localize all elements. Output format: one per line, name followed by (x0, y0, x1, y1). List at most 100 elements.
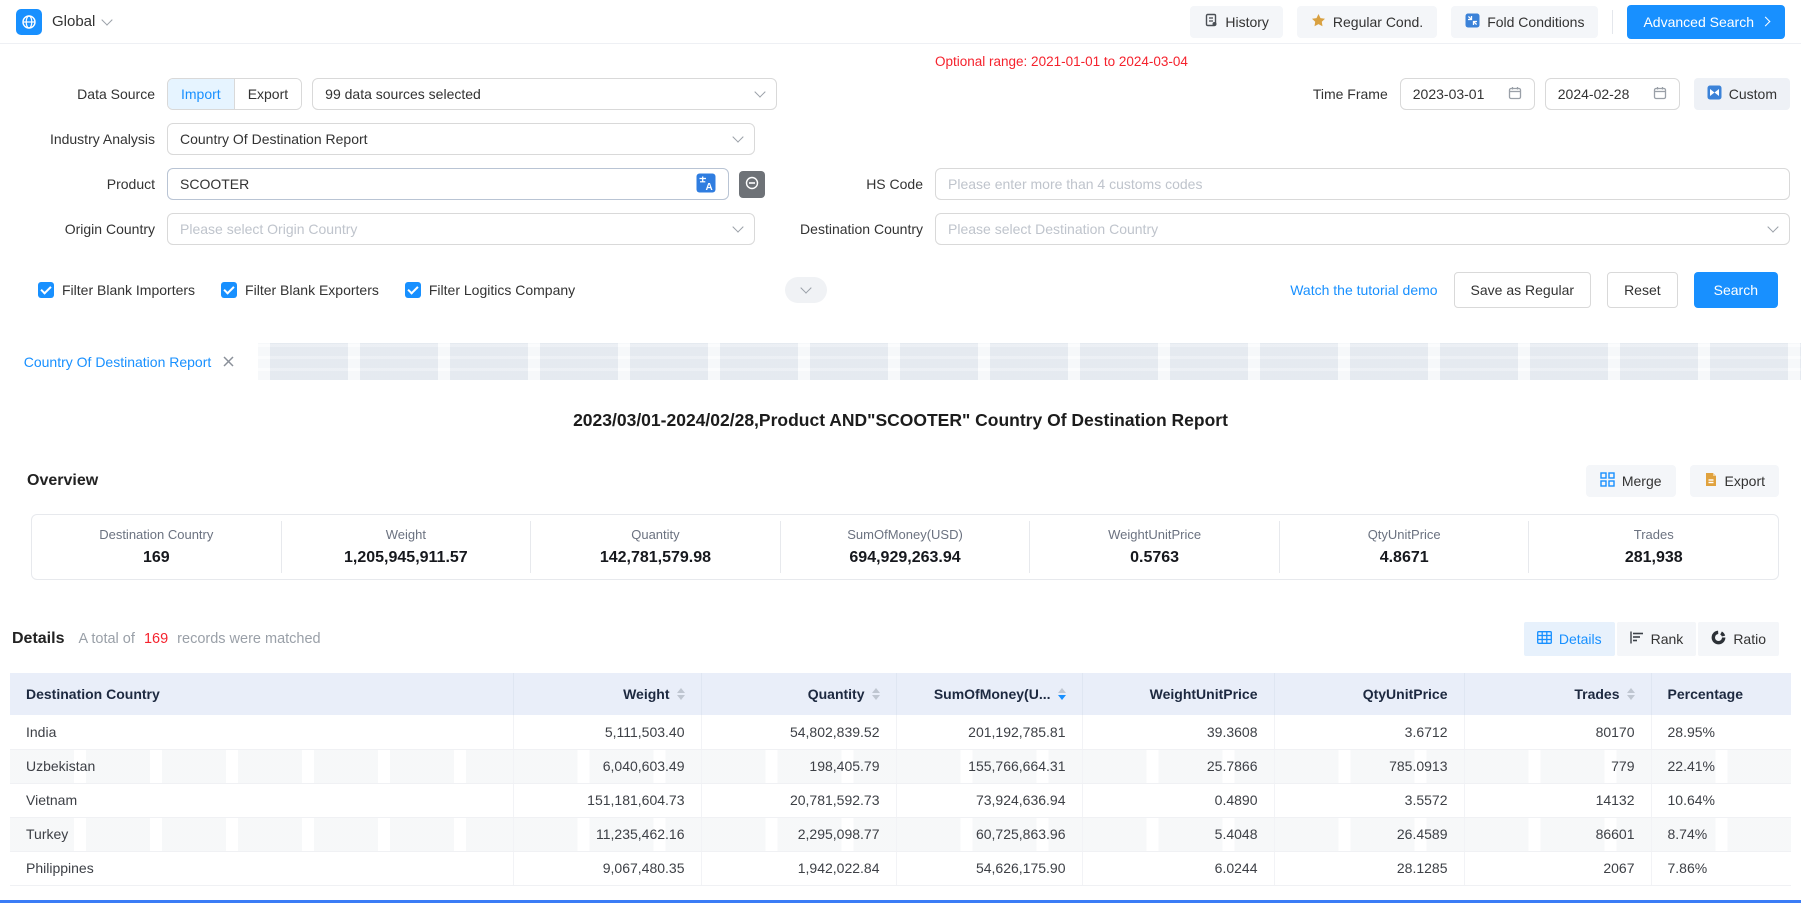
end-date-input[interactable]: 2024-02-28 (1545, 78, 1680, 110)
matched-count: 169 (139, 631, 173, 647)
view-ratio-label: Ratio (1733, 631, 1766, 647)
exact-match-button[interactable] (739, 171, 765, 198)
industry-analysis-select[interactable]: Country Of Destination Report (167, 123, 755, 155)
table-row[interactable]: Turkey 11,235,462.16 2,295,098.77 60,725… (10, 817, 1791, 851)
custom-label: Custom (1729, 86, 1777, 102)
filter-blank-exporters-checkbox[interactable]: Filter Blank Exporters (221, 282, 379, 298)
cell-quantity: 20,781,592.73 (701, 783, 896, 817)
col-quantity[interactable]: Quantity (701, 673, 896, 715)
industry-analysis-label: Industry Analysis (0, 131, 167, 147)
cell-trades: 14132 (1464, 783, 1651, 817)
import-tab[interactable]: Import (168, 79, 234, 109)
product-label: Product (0, 176, 167, 192)
table-row[interactable]: Uzbekistan 6,040,603.49 198,405.79 155,7… (10, 749, 1791, 783)
start-date-value: 2023-03-01 (1413, 86, 1485, 102)
start-date-input[interactable]: 2023-03-01 (1400, 78, 1535, 110)
sort-icon[interactable] (872, 688, 880, 700)
tab-label: Country Of Destination Report (24, 354, 212, 370)
table-row[interactable]: Philippines 9,067,480.35 1,942,022.84 54… (10, 851, 1791, 885)
cell-qup: 3.5572 (1274, 783, 1464, 817)
col-sum-of-money[interactable]: SumOfMoney(U... (896, 673, 1082, 715)
sort-icon[interactable] (677, 688, 685, 700)
data-sources-select[interactable]: 99 data sources selected (312, 78, 777, 110)
cell-weight: 5,111,503.40 (513, 715, 701, 749)
cell-trades: 2067 (1464, 851, 1651, 885)
rank-bars-icon (1630, 631, 1644, 647)
calendar-icon (1508, 86, 1522, 103)
origin-country-select[interactable]: Please select Origin Country (167, 213, 755, 245)
optional-range-text: Optional range: 2021-01-01 to 2024-03-04 (935, 54, 1188, 69)
stat-label: Weight (282, 527, 531, 542)
product-input[interactable]: SCOOTER A (167, 168, 729, 200)
destination-country-placeholder: Please select Destination Country (948, 221, 1158, 237)
tab-country-of-destination-report[interactable]: Country Of Destination Report (0, 343, 258, 380)
cell-trades: 779 (1464, 749, 1651, 783)
cell-wup: 6.0244 (1082, 851, 1274, 885)
cell-sum: 73,924,636.94 (896, 783, 1082, 817)
merge-button[interactable]: Merge (1586, 465, 1676, 497)
matched-records-text: A total of 169 records were matched (78, 631, 320, 647)
regular-cond-label: Regular Cond. (1333, 14, 1423, 30)
stat-value: 169 (32, 549, 281, 567)
regular-cond-button[interactable]: Regular Cond. (1297, 6, 1437, 38)
fold-conditions-button[interactable]: Fold Conditions (1451, 6, 1598, 38)
stat-label: Quantity (531, 527, 780, 542)
export-button[interactable]: Export (1690, 465, 1779, 497)
end-date-value: 2024-02-28 (1558, 86, 1630, 102)
origin-country-placeholder: Please select Origin Country (180, 221, 357, 237)
product-value: SCOOTER (180, 176, 249, 192)
hs-code-placeholder: Please enter more than 4 customs codes (948, 176, 1202, 192)
save-as-regular-button[interactable]: Save as Regular (1454, 272, 1592, 308)
region-selector-label[interactable]: Global (52, 13, 95, 30)
reset-button[interactable]: Reset (1607, 272, 1678, 308)
cell-quantity: 198,405.79 (701, 749, 896, 783)
circle-equal-icon (744, 175, 760, 194)
donut-chart-icon (1711, 630, 1726, 648)
chevron-down-icon (732, 131, 743, 142)
export-tab[interactable]: Export (234, 79, 301, 109)
cell-trades: 80170 (1464, 715, 1651, 749)
advanced-search-button[interactable]: Advanced Search (1627, 5, 1785, 39)
custom-range-button[interactable]: Custom (1694, 78, 1790, 110)
table-row[interactable]: Vietnam 151,181,604.73 20,781,592.73 73,… (10, 783, 1791, 817)
hs-code-label: HS Code (765, 176, 935, 192)
matched-prefix: A total of (78, 631, 134, 647)
stat-weight-unit-price: WeightUnitPrice 0.5763 (1029, 521, 1279, 573)
stat-label: QtyUnitPrice (1280, 527, 1529, 542)
history-button[interactable]: History (1190, 6, 1283, 38)
destination-country-select[interactable]: Please select Destination Country (935, 213, 1790, 245)
tutorial-link[interactable]: Watch the tutorial demo (1290, 282, 1437, 298)
cell-sum: 60,725,863.96 (896, 817, 1082, 851)
filter-logitics-company-checkbox[interactable]: Filter Logitics Company (405, 282, 575, 298)
col-weight[interactable]: Weight (513, 673, 701, 715)
stat-value: 142,781,579.98 (531, 549, 780, 567)
view-rank-button[interactable]: Rank (1617, 622, 1697, 656)
globe-logo-icon[interactable] (16, 9, 42, 35)
col-trades[interactable]: Trades (1464, 673, 1651, 715)
hs-code-input[interactable]: Please enter more than 4 customs codes (935, 168, 1790, 200)
sort-icon[interactable] (1627, 688, 1635, 700)
cell-wup: 25.7866 (1082, 749, 1274, 783)
search-button[interactable]: Search (1694, 272, 1778, 308)
star-icon (1311, 13, 1326, 31)
table-row[interactable]: India 5,111,503.40 54,802,839.52 201,192… (10, 715, 1791, 749)
view-details-button[interactable]: Details (1524, 622, 1615, 656)
filter-blank-importers-checkbox[interactable]: Filter Blank Importers (38, 282, 195, 298)
sort-icon-active-desc[interactable] (1058, 688, 1066, 700)
cell-wup: 39.3608 (1082, 715, 1274, 749)
chevron-down-icon[interactable] (102, 14, 113, 25)
cell-sum: 54,626,175.90 (896, 851, 1082, 885)
view-ratio-button[interactable]: Ratio (1698, 622, 1779, 656)
stat-quantity: Quantity 142,781,579.98 (530, 521, 780, 573)
translate-icon[interactable]: A (696, 173, 716, 196)
cell-country: Turkey (10, 817, 513, 851)
stat-sum-of-money: SumOfMoney(USD) 694,929,263.94 (780, 521, 1030, 573)
details-heading: Details (12, 630, 64, 648)
collapse-form-button[interactable] (785, 277, 827, 303)
export-label: Export (1725, 473, 1765, 489)
close-icon[interactable] (223, 354, 234, 370)
details-table: Destination Country Weight Quantity SumO… (10, 673, 1791, 886)
top-bar: Global History Regular Cond. Fold Condit… (0, 0, 1801, 44)
cell-qup: 28.1285 (1274, 851, 1464, 885)
fold-icon (1465, 13, 1480, 31)
